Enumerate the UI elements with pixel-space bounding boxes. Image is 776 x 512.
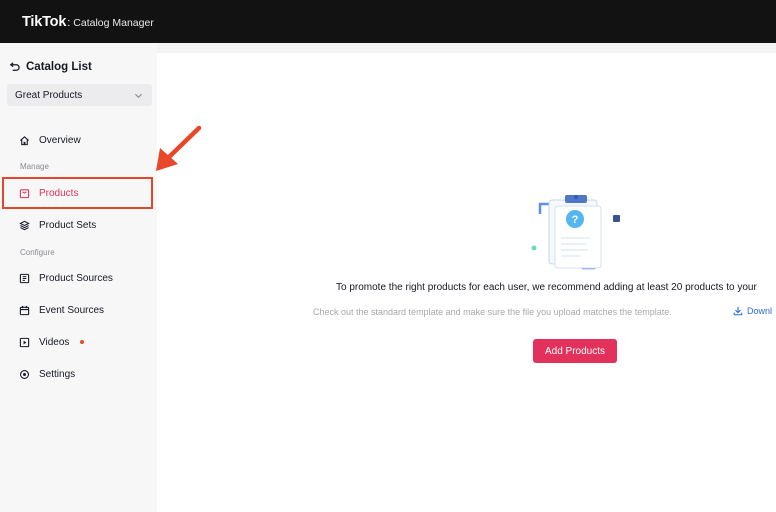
download-template-link[interactable]: Downl bbox=[733, 305, 772, 316]
sidebar-item-product-sets[interactable]: Product Sets bbox=[19, 218, 96, 232]
calendar-icon bbox=[19, 305, 30, 316]
sidebar-item-label: Settings bbox=[39, 368, 76, 380]
svg-text:?: ? bbox=[572, 214, 579, 226]
template-tip: Check out the standard template and make… bbox=[313, 307, 672, 317]
section-label-configure: Configure bbox=[20, 248, 55, 257]
download-label: Downl bbox=[747, 305, 773, 316]
top-bar: TikTok : Catalog Manager bbox=[0, 0, 776, 43]
video-icon bbox=[19, 337, 30, 348]
layers-icon bbox=[19, 220, 30, 231]
brand-separator: : bbox=[67, 16, 71, 29]
sidebar-item-event-sources[interactable]: Event Sources bbox=[19, 303, 104, 317]
settings-icon bbox=[19, 369, 30, 380]
annotation-arrow-icon bbox=[156, 125, 202, 171]
empty-state-message: To promote the right products for each u… bbox=[336, 282, 757, 293]
notification-dot bbox=[80, 340, 85, 344]
source-icon bbox=[19, 273, 30, 284]
sidebar-item-label: Overview bbox=[39, 134, 81, 146]
catalog-list-header[interactable]: Catalog List bbox=[8, 61, 92, 73]
catalog-list-title: Catalog List bbox=[26, 61, 92, 73]
sidebar-item-videos[interactable]: Videos bbox=[19, 335, 85, 349]
add-products-button[interactable]: Add Products bbox=[533, 339, 617, 363]
catalog-select-value: Great Products bbox=[15, 89, 83, 101]
annotation-highlight-box bbox=[2, 177, 153, 209]
sidebar-item-label: Product Sets bbox=[39, 219, 97, 231]
section-label-manage: Manage bbox=[20, 162, 49, 171]
brand[interactable]: TikTok : Catalog Manager bbox=[22, 14, 154, 30]
sidebar-item-overview[interactable]: Overview bbox=[19, 133, 81, 147]
sidebar-item-label: Event Sources bbox=[39, 304, 105, 316]
sidebar-item-product-sources[interactable]: Product Sources bbox=[19, 271, 113, 285]
sidebar-item-label: Videos bbox=[39, 336, 70, 348]
home-icon bbox=[19, 135, 30, 146]
sidebar-item-settings[interactable]: Settings bbox=[19, 367, 75, 381]
product-name: Catalog Manager bbox=[73, 16, 154, 29]
tiktok-logo: TikTok bbox=[22, 13, 67, 30]
clipboard-question-icon: ? bbox=[531, 195, 620, 270]
download-icon bbox=[733, 305, 744, 316]
sidebar-item-label: Product Sources bbox=[39, 272, 113, 284]
catalog-select[interactable]: Great Products bbox=[7, 84, 152, 106]
chevron-down-icon bbox=[134, 90, 144, 100]
back-arrow-icon[interactable] bbox=[8, 61, 20, 73]
